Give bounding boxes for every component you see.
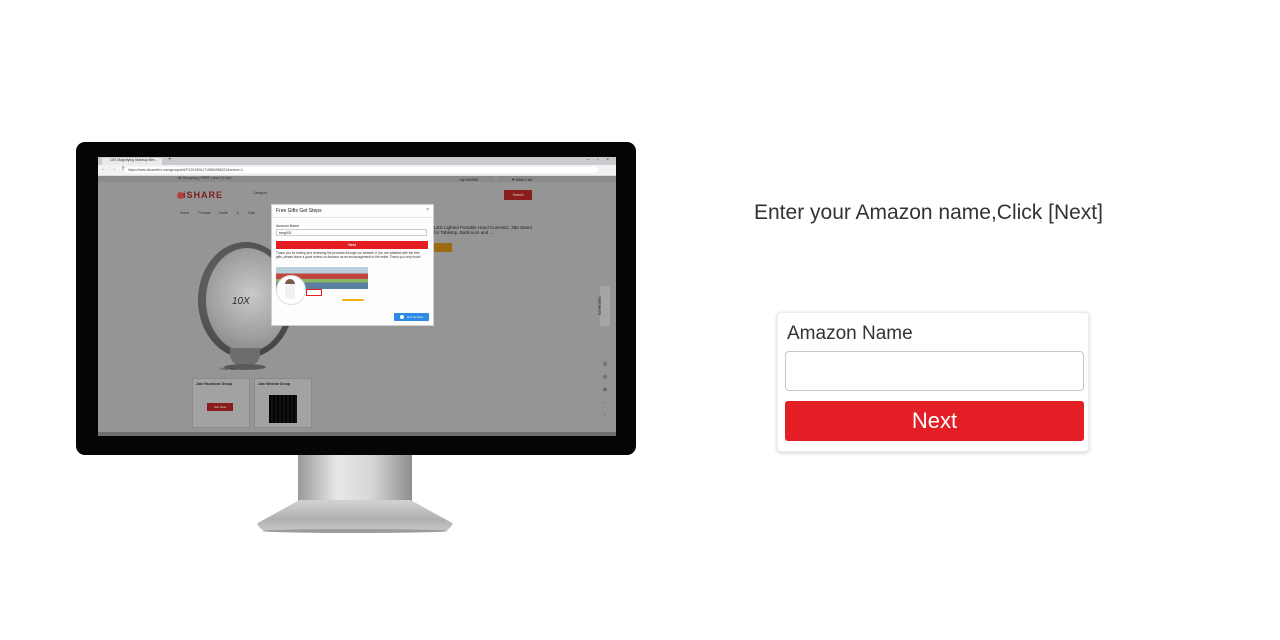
webpage-nav: Home Product Invite & Gain — [180, 211, 256, 215]
facebook-group-title: Join Facebook Group — [196, 382, 232, 386]
amazon-name-form: Amazon Name Next — [777, 312, 1089, 452]
instruction-text: Enter your Amazon name,Click [Next] — [754, 201, 1103, 224]
cart-icon: 🛒 — [493, 177, 500, 183]
webpage-order-no: Order No. — [220, 367, 236, 371]
join-now-button: Join Now — [207, 403, 233, 411]
wechat-group-box: Join Wechat Group — [254, 378, 312, 428]
new-tab-icon: + — [168, 157, 172, 163]
webpage-logo-text: iSHARE — [183, 190, 224, 200]
browser-url: https://www.ishareflex.com/groupsell/FG2… — [124, 167, 598, 173]
wechat-group-title: Join Wechat Group — [258, 382, 291, 386]
browser-address-bar: ← → ↻ https://www.ishareflex.com/groupse… — [98, 165, 616, 176]
feedback-tab — [600, 286, 610, 326]
modal-progress-bar — [342, 299, 364, 301]
webpage-account: my iSHARE — [460, 178, 479, 182]
feedback-label: FEEDBACK — [597, 296, 602, 316]
live-service-label: Live Service — [406, 315, 424, 319]
modal-amazon-name-label: Amazon Name — [276, 224, 300, 228]
modal-image-tag — [306, 289, 322, 296]
modal-amazon-name-input: tang001 — [276, 229, 427, 236]
monitor-screen: 10X Magnifying Makeup Mirr... + – ▫ × ← … — [98, 157, 616, 436]
webpage-search-button: Search — [504, 190, 532, 200]
wish-list-label: Wish List — [515, 177, 532, 182]
amazon-name-label: Amazon Name — [787, 323, 913, 344]
chat-icon — [399, 315, 404, 320]
window-controls-icon: – ▫ × — [586, 157, 612, 163]
modal-next-button: Next — [276, 241, 428, 249]
webpage-category: Category — [253, 191, 268, 195]
monitor-illustration: 10X Magnifying Makeup Mirr... + – ▫ × ← … — [76, 142, 636, 455]
person-icon — [285, 279, 295, 299]
monitor-base-shadow — [262, 529, 448, 533]
taskbar — [98, 432, 616, 436]
modal-title: Free Gifts Get Steps — [276, 208, 322, 214]
illustration-modal: Free Gifts Get Steps × Amazon Name tang0… — [271, 204, 434, 326]
side-tool-icons: ◎ ◎ ⊕ ◦ ↑ — [602, 361, 608, 419]
webpage-topbar: All Shopping | FREE | How To Use my iSHA… — [98, 176, 616, 183]
webpage-wish-list: ♥ Wish List — [512, 177, 532, 182]
close-icon: × — [426, 207, 429, 213]
modal-divider — [272, 217, 433, 218]
modal-thanks-text: Thank you for testing and reviewing the … — [276, 251, 422, 259]
browser-tab-strip: 10X Magnifying Makeup Mirr... + – ▫ × — [98, 157, 616, 165]
monitor-neck — [298, 455, 412, 501]
webpage: All Shopping | FREE | How To Use my iSHA… — [98, 176, 616, 436]
next-button[interactable]: Next — [785, 401, 1084, 441]
browser-tab-title: 10X Magnifying Makeup Mirr... — [110, 158, 158, 162]
qr-code-icon — [269, 395, 297, 423]
webpage-logo: iSHARE — [176, 190, 223, 200]
monitor-base — [256, 500, 454, 532]
amazon-name-input[interactable] — [785, 351, 1084, 391]
browser-tab: 10X Magnifying Makeup Mirr... — [102, 158, 162, 165]
mirror-label: 10X — [232, 296, 250, 307]
webpage-top-links: All Shopping | FREE | How To Use — [178, 176, 232, 180]
live-service-button: Live Service — [394, 313, 429, 321]
webpage-product-title: LED Lighted Portable Hand Cosmetic, 360 … — [434, 225, 532, 235]
facebook-group-box: Join Facebook Group Join Now — [192, 378, 250, 428]
